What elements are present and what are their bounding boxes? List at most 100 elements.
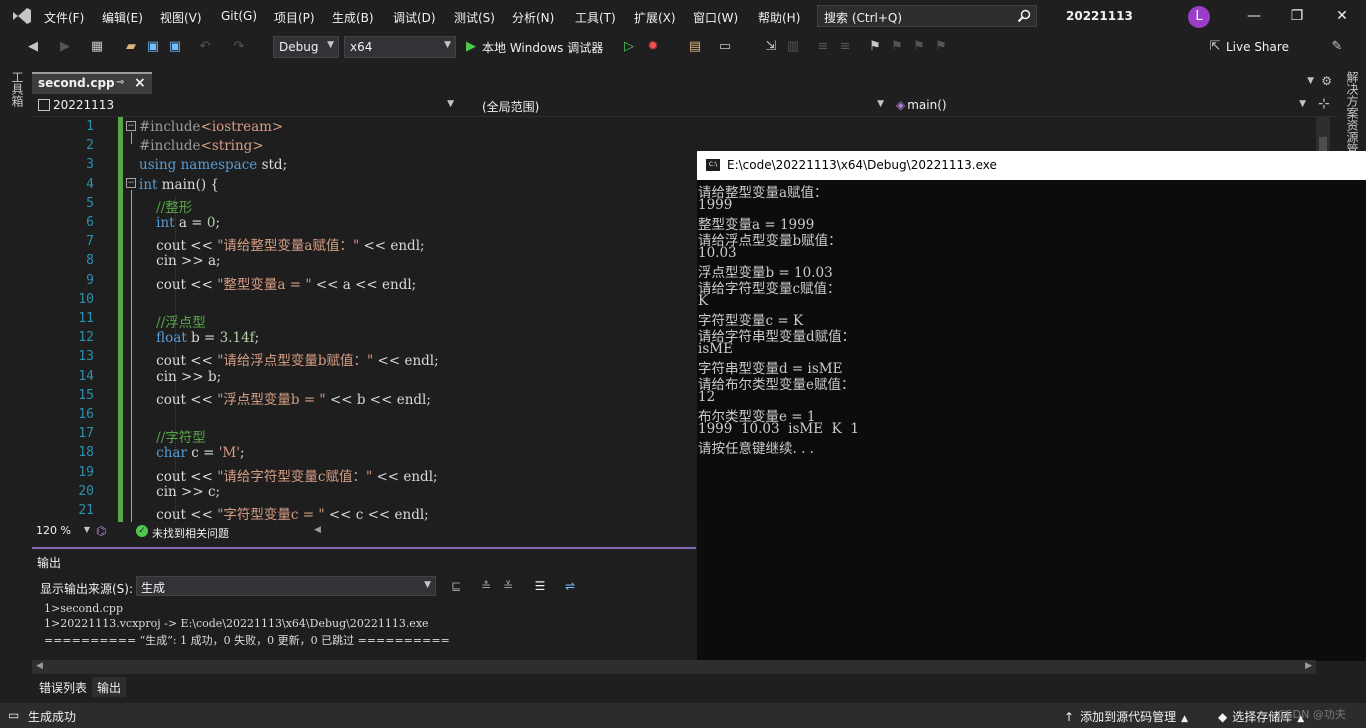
console-window[interactable]: C:\ E:\code\20221113\x64\Debug\20221113.… (697, 151, 1366, 661)
scope-dropdown[interactable]: (全局范围) ▼ (478, 96, 888, 116)
code-line: using namespace std; (139, 157, 287, 173)
config-value: Debug (279, 40, 319, 54)
line-number: 2 (86, 138, 94, 154)
pin-icon[interactable]: ⊸ (116, 77, 124, 88)
menu-project[interactable]: 项目(P) (274, 9, 315, 26)
code-token: cin >> c; (139, 483, 221, 500)
start-without-debugging-icon[interactable]: ▷ (620, 38, 638, 56)
status-bar: ▭ 生成成功 ↑ 添加到源代码管理 ▲ ◆ 选择存储库 ▲ (0, 703, 1366, 728)
menu-git[interactable]: Git(G) (221, 9, 257, 23)
back-icon[interactable]: ◀ (24, 38, 42, 56)
issues-status[interactable]: 未找到相关问题 (152, 525, 229, 541)
code-token: cout << (139, 353, 218, 370)
zoom-select[interactable]: 120 % ▼ (32, 523, 92, 541)
member-dropdown[interactable]: ◈ main() ▼ (892, 96, 1310, 116)
hot-reload-icon[interactable]: ✹ (644, 38, 662, 56)
menu-build[interactable]: 生成(B) (332, 9, 374, 26)
undo-icon[interactable]: ↶ (196, 38, 214, 56)
code-token: #include (139, 119, 201, 135)
menu-edit[interactable]: 编辑(E) (102, 9, 143, 26)
uncomment-icon[interactable]: ≡ (836, 38, 854, 56)
fold-line (131, 190, 132, 522)
platform-value: x64 (350, 40, 373, 54)
scroll-left-icon[interactable]: ◀ (36, 661, 43, 671)
new-project-icon[interactable]: ▦ (88, 38, 106, 56)
comment-icon[interactable]: ≡ (814, 38, 832, 56)
clear-bookmarks-icon[interactable]: ⚑ (932, 38, 950, 56)
step-over-icon[interactable]: ▥ (784, 38, 802, 56)
menu-window[interactable]: 窗口(W) (693, 9, 738, 26)
split-icon[interactable]: ⊹ (1318, 96, 1330, 112)
menu-tools[interactable]: 工具(T) (575, 9, 616, 26)
close-icon[interactable]: × (134, 75, 146, 91)
line-number: 20 (78, 483, 94, 499)
menu-debug[interactable]: 调试(D) (393, 9, 436, 26)
menu-extensions[interactable]: 扩展(X) (634, 9, 676, 26)
layout-icon[interactable]: ▭ (716, 38, 734, 56)
tab-error-list[interactable]: 错误列表 (34, 677, 92, 697)
code-line: int main() { (139, 177, 219, 193)
code-token: //字符型 (156, 430, 206, 447)
run-button[interactable]: 本地 Windows 调试器 (482, 39, 603, 56)
start-debugging-icon[interactable]: ▶ (462, 38, 480, 56)
code-token: <iostream> (200, 119, 284, 135)
close-icon[interactable]: ✕ (1332, 6, 1352, 26)
platform-select[interactable]: x64 ▼ (344, 36, 456, 58)
next-bookmark-icon[interactable]: ⚑ (910, 38, 928, 56)
console-titlebar[interactable]: C:\ E:\code\20221113\x64\Debug\20221113.… (697, 151, 1366, 180)
chevron-down-icon: ▼ (444, 40, 451, 50)
project-dropdown[interactable]: 20221113 ▼ (34, 96, 458, 116)
scroll-left-icon[interactable]: ◀ (314, 525, 321, 535)
toolbox-tab[interactable]: 工具箱 (9, 71, 26, 107)
output-source-label: 显示输出来源(S): (40, 582, 134, 596)
bookmark-icon[interactable]: ⚑ (866, 38, 884, 56)
menu-analyze[interactable]: 分析(N) (512, 9, 554, 26)
output-panel-title: 输出 (37, 556, 62, 570)
redo-icon[interactable]: ↷ (230, 38, 248, 56)
browse-icon[interactable]: ▤ (686, 38, 704, 56)
gear-icon[interactable]: ⚙ (1321, 74, 1332, 88)
chevron-down-icon[interactable]: ▼ (1307, 76, 1314, 86)
search-input[interactable]: 搜索 (Ctrl+Q) (817, 5, 1037, 27)
add-source-control-button[interactable]: ↑ 添加到源代码管理 ▲ (1064, 708, 1188, 725)
line-number: 1 (86, 119, 94, 134)
output-panel: 输出 显示输出来源(S): 生成 ▼ ⊑ ≛ ≚ ☰ ⇌ 1>second.cpp… (32, 547, 696, 675)
output-source-select[interactable]: 生成 ▼ (136, 576, 436, 596)
intellicode-icon[interactable]: ⌬ (96, 524, 106, 538)
fold-icon[interactable]: − (126, 178, 136, 188)
code-token: 3.14f (219, 330, 255, 347)
prev-bookmark-icon[interactable]: ⚑ (888, 38, 906, 56)
menu-test[interactable]: 测试(S) (454, 9, 495, 26)
config-select[interactable]: Debug ▼ (273, 36, 339, 58)
feedback-icon[interactable]: ✎ (1328, 38, 1346, 56)
scroll-right-icon[interactable]: ▶ (1305, 661, 1312, 671)
menu-view[interactable]: 视图(V) (160, 9, 202, 26)
tab-second-cpp[interactable]: second.cpp ⊸ × (32, 72, 152, 94)
code-line: //浮点型 (139, 311, 206, 331)
menu-file[interactable]: 文件(F) (44, 9, 84, 26)
navigation-bar: 20221113 ▼ (全局范围) ▼ ◈ main() ▼ ⊹ (32, 95, 1338, 117)
avatar[interactable]: L (1188, 6, 1210, 28)
line-number-gutter: 1 2 3 4 5 6 7 8 9 10 11 12 13 14 15 16 17 18 19 20 21 (32, 117, 122, 522)
forward-icon[interactable]: ▶ (56, 38, 74, 56)
open-folder-icon[interactable]: ▰ (122, 38, 140, 56)
fold-icon[interactable]: − (126, 121, 136, 131)
minimize-icon[interactable]: — (1244, 6, 1264, 26)
save-all-icon[interactable]: ▣ (166, 38, 184, 56)
console-line: 请给字符型变量c赋值： (698, 281, 841, 297)
menu-help[interactable]: 帮助(H) (758, 9, 800, 26)
code-line: cout << "请给整型变量a赋值：" << endl; (139, 234, 424, 254)
go-to-location-icon[interactable]: ⊑ (448, 578, 464, 594)
prev-message-icon[interactable]: ≛ (478, 578, 494, 594)
next-message-icon[interactable]: ≚ (500, 578, 516, 594)
restore-icon[interactable]: ❐ (1287, 6, 1307, 26)
clear-all-icon[interactable]: ☰ (532, 578, 548, 594)
live-share-button[interactable]: Live Share (1226, 40, 1289, 54)
output-hscrollbar[interactable]: ◀ ▶ (32, 660, 1316, 674)
step-icon[interactable]: ⇲ (762, 38, 780, 56)
code-token: //浮点型 (156, 315, 206, 331)
word-wrap-icon[interactable]: ⇌ (562, 578, 578, 594)
tab-output[interactable]: 输出 (92, 677, 127, 697)
line-number: 11 (78, 311, 94, 326)
save-icon[interactable]: ▣ (144, 38, 162, 56)
